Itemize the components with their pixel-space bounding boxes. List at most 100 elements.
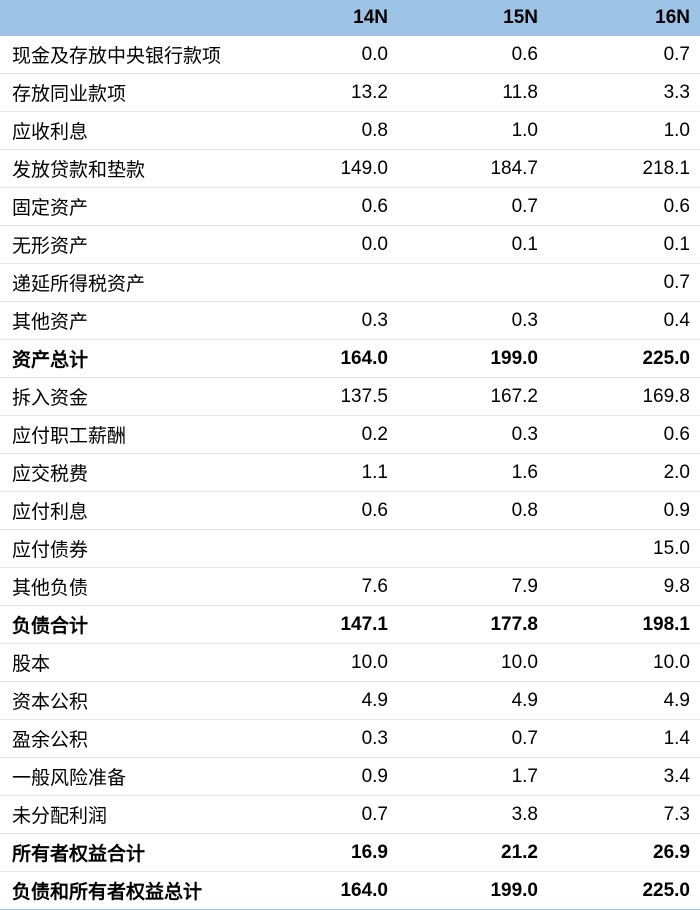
row-value-14n: 0.3 — [248, 719, 398, 758]
row-value-14n: 7.6 — [248, 567, 398, 606]
row-label: 应付职工薪酬 — [0, 415, 248, 454]
row-value-15n: 199.0 — [398, 339, 548, 378]
row-value-16n: 0.7 — [548, 36, 700, 74]
table-row: 其他资产 0.3 0.3 0.4 — [0, 301, 700, 340]
table-header: 14N 15N 16N — [0, 0, 700, 36]
row-label: 拆入资金 — [0, 377, 248, 416]
row-value-16n: 7.3 — [548, 795, 700, 834]
row-value-14n: 0.0 — [248, 36, 398, 74]
table-row: 应付职工薪酬 0.2 0.3 0.6 — [0, 415, 700, 454]
row-label: 固定资产 — [0, 187, 248, 226]
row-value-16n: 3.3 — [548, 73, 700, 112]
row-value-16n: 9.8 — [548, 567, 700, 606]
row-value-16n: 198.1 — [548, 605, 700, 644]
row-value-14n: 149.0 — [248, 149, 398, 188]
table-row: 拆入资金 137.5 167.2 169.8 — [0, 377, 700, 416]
table-row: 一般风险准备 0.9 1.7 3.4 — [0, 757, 700, 796]
row-value-14n: 1.1 — [248, 453, 398, 492]
row-label: 一般风险准备 — [0, 757, 248, 796]
row-value-16n: 225.0 — [548, 339, 700, 378]
row-label: 无形资产 — [0, 225, 248, 264]
header-label-cell — [0, 0, 248, 36]
row-value-16n: 10.0 — [548, 643, 700, 682]
header-year-16n: 16N — [548, 0, 700, 36]
row-value-14n: 13.2 — [248, 73, 398, 112]
row-value-16n: 0.1 — [548, 225, 700, 264]
row-value-15n: 11.8 — [398, 73, 548, 112]
row-value-15n: 4.9 — [398, 681, 548, 720]
row-value-15n: 167.2 — [398, 377, 548, 416]
row-value-15n: 177.8 — [398, 605, 548, 644]
row-value-15n: 0.8 — [398, 491, 548, 530]
row-value-14n — [248, 529, 398, 568]
row-value-15n — [398, 529, 548, 568]
row-value-15n: 10.0 — [398, 643, 548, 682]
row-value-14n: 0.0 — [248, 225, 398, 264]
row-value-14n: 0.6 — [248, 491, 398, 530]
row-value-16n: 1.0 — [548, 111, 700, 150]
row-value-14n: 10.0 — [248, 643, 398, 682]
row-value-15n: 184.7 — [398, 149, 548, 188]
row-label: 应交税费 — [0, 453, 248, 492]
row-value-16n: 0.6 — [548, 187, 700, 226]
table-row: 负债合计 147.1 177.8 198.1 — [0, 605, 700, 644]
row-value-16n: 4.9 — [548, 681, 700, 720]
table-row: 发放贷款和垫款 149.0 184.7 218.1 — [0, 149, 700, 188]
row-value-15n: 0.7 — [398, 187, 548, 226]
row-value-16n: 225.0 — [548, 871, 700, 910]
table-row: 资产总计 164.0 199.0 225.0 — [0, 339, 700, 378]
header-year-15n: 15N — [398, 0, 548, 36]
table-row: 现金及存放中央银行款项 0.0 0.6 0.7 — [0, 36, 700, 74]
row-value-14n: 0.3 — [248, 301, 398, 340]
table-row: 未分配利润 0.7 3.8 7.3 — [0, 795, 700, 834]
row-label: 应付债券 — [0, 529, 248, 568]
row-label: 存放同业款项 — [0, 73, 248, 112]
table-row: 资本公积 4.9 4.9 4.9 — [0, 681, 700, 720]
row-label: 所有者权益合计 — [0, 833, 248, 872]
row-label: 资本公积 — [0, 681, 248, 720]
table-row: 应付利息 0.6 0.8 0.9 — [0, 491, 700, 530]
table-row: 其他负债 7.6 7.9 9.8 — [0, 567, 700, 606]
table-row: 固定资产 0.6 0.7 0.6 — [0, 187, 700, 226]
table-body: 现金及存放中央银行款项 0.0 0.6 0.7 存放同业款项 13.2 11.8 3.3 应收利… — [0, 36, 700, 910]
row-label: 盈余公积 — [0, 719, 248, 758]
row-value-16n: 218.1 — [548, 149, 700, 188]
row-value-15n: 1.0 — [398, 111, 548, 150]
row-label: 现金及存放中央银行款项 — [0, 36, 248, 74]
row-label: 发放贷款和垫款 — [0, 149, 248, 188]
row-value-15n: 21.2 — [398, 833, 548, 872]
row-value-15n: 0.3 — [398, 301, 548, 340]
row-value-14n: 147.1 — [248, 605, 398, 644]
row-value-15n: 0.3 — [398, 415, 548, 454]
header-year-14n: 14N — [248, 0, 398, 36]
row-value-15n: 0.6 — [398, 36, 548, 74]
table-row: 所有者权益合计 16.9 21.2 26.9 — [0, 833, 700, 872]
row-label: 负债合计 — [0, 605, 248, 644]
row-label: 其他负债 — [0, 567, 248, 606]
row-value-15n: 199.0 — [398, 871, 548, 910]
row-value-15n: 0.1 — [398, 225, 548, 264]
row-value-16n: 0.4 — [548, 301, 700, 340]
row-label: 递延所得税资产 — [0, 263, 248, 302]
row-value-14n — [248, 263, 398, 302]
row-value-15n — [398, 263, 548, 302]
row-value-16n: 2.0 — [548, 453, 700, 492]
row-value-14n: 0.6 — [248, 187, 398, 226]
row-value-16n: 3.4 — [548, 757, 700, 796]
balance-sheet-table: 14N 15N 16N 现金及存放中央银行款项 0.0 0.6 0.7 存放同业款项 13… — [0, 0, 700, 910]
row-label: 其他资产 — [0, 301, 248, 340]
table-row: 应付债券 15.0 — [0, 529, 700, 568]
row-label: 未分配利润 — [0, 795, 248, 834]
row-value-15n: 1.7 — [398, 757, 548, 796]
row-value-16n: 0.9 — [548, 491, 700, 530]
row-label: 应付利息 — [0, 491, 248, 530]
row-value-14n: 0.8 — [248, 111, 398, 150]
row-label: 负债和所有者权益总计 — [0, 871, 248, 910]
row-value-14n: 16.9 — [248, 833, 398, 872]
row-value-16n: 0.6 — [548, 415, 700, 454]
row-value-16n: 15.0 — [548, 529, 700, 568]
row-label: 股本 — [0, 643, 248, 682]
row-value-15n: 3.8 — [398, 795, 548, 834]
row-value-14n: 4.9 — [248, 681, 398, 720]
row-value-16n: 0.7 — [548, 263, 700, 302]
